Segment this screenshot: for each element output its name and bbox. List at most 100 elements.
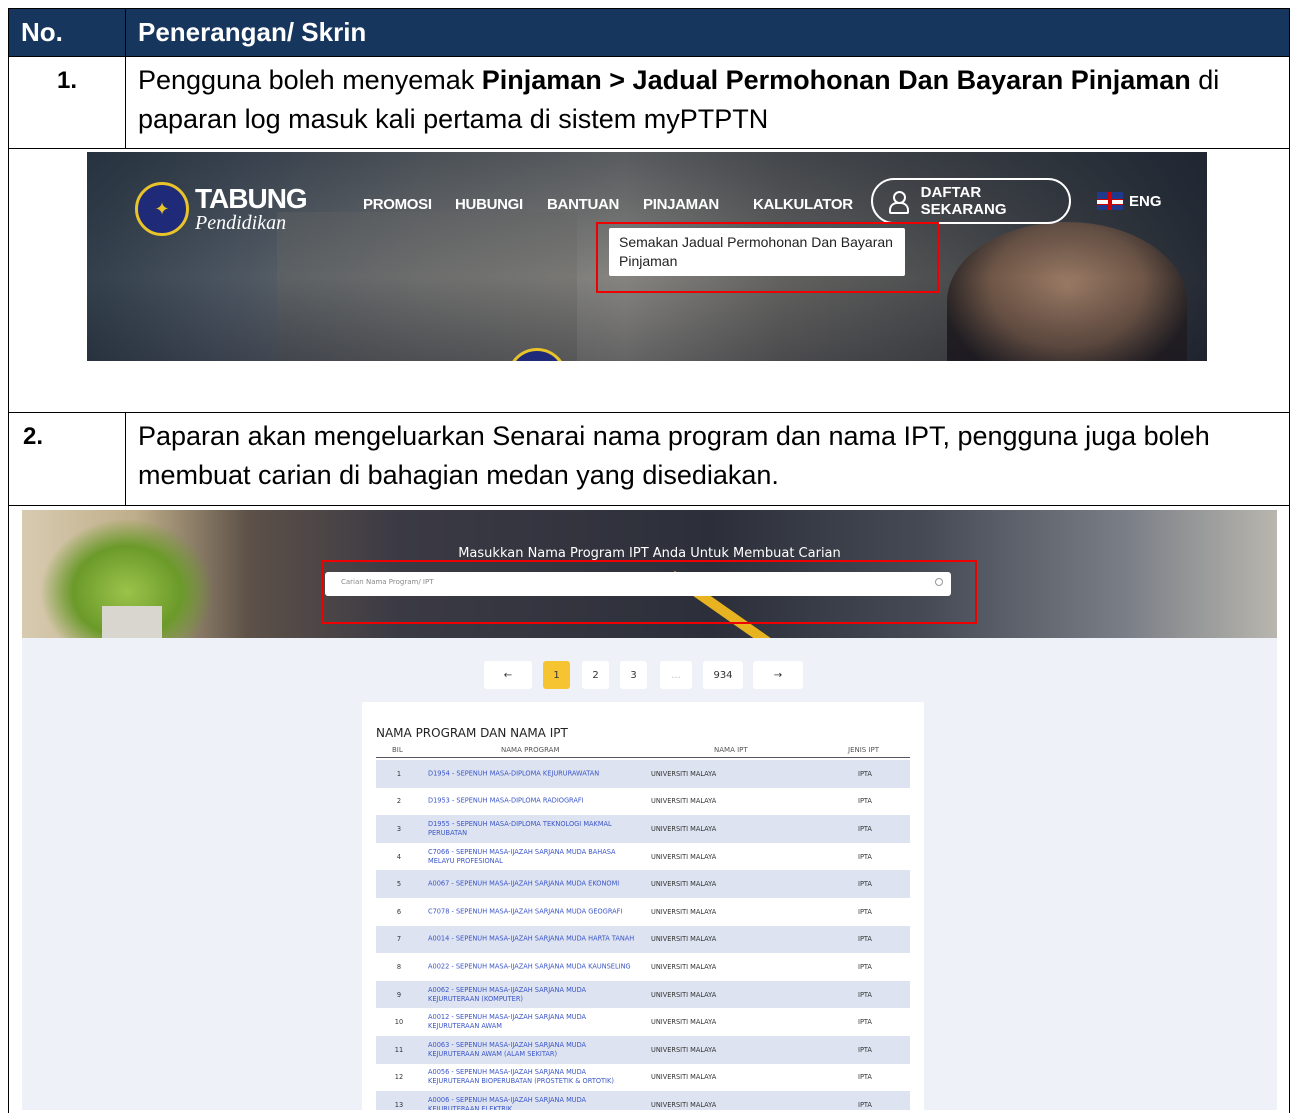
logo-text: TABUNG Pendidikan	[195, 183, 308, 234]
row-bil: 2	[396, 797, 402, 806]
step-1-number: 1.	[8, 56, 126, 149]
row-jenis: IPTA	[858, 1018, 872, 1027]
prev-page-button[interactable]: ←	[484, 661, 532, 689]
step-1-text-a: Pengguna boleh menyemak	[138, 65, 482, 95]
row-ipt: UNIVERSITI MALAYA	[651, 880, 717, 889]
program-table-card: NAMA PROGRAM DAN NAMA IPT BIL NAMA PROGR…	[362, 702, 924, 1110]
col-nama-program: NAMA PROGRAM	[501, 746, 560, 754]
row-program-link[interactable]: A0022 - SEPENUH MASA-IJAZAH SARJANA MUDA…	[428, 962, 638, 971]
row-bil: 11	[394, 1045, 404, 1054]
row-bil: 1	[396, 769, 402, 778]
row-program-link[interactable]: A0056 - SEPENUH MASA-IJAZAH SARJANA MUDA…	[428, 1068, 638, 1086]
row-program-link[interactable]: C7078 - SEPENUH MASA-IJAZAH SARJANA MUDA…	[428, 907, 638, 916]
row-bil: 10	[394, 1018, 404, 1027]
header-description: Penerangan/ Skrin	[125, 8, 1290, 57]
table-row: 11 A0063 - SEPENUH MASA-IJAZAH SARJANA MU…	[376, 1035, 910, 1064]
page-3-button[interactable]: 3	[620, 661, 647, 689]
step-1-row: 1. Pengguna boleh menyemak Pinjaman > Ja…	[8, 56, 1290, 149]
table-row: 10 A0012 - SEPENUH MASA-IJAZAH SARJANA MU…	[376, 1008, 910, 1036]
nav-pinjaman[interactable]: PINJAMAN	[643, 196, 719, 213]
row-bil: 4	[396, 852, 402, 861]
search-highlight-box	[322, 560, 977, 624]
page-1-button[interactable]: 1	[543, 661, 570, 689]
row-program-link[interactable]: A0063 - SEPENUH MASA-IJAZAH SARJANA MUDA…	[428, 1041, 638, 1059]
row-jenis: IPTA	[858, 797, 872, 806]
row-bil: 3	[396, 824, 402, 833]
ptptn-logo[interactable]: ✦ TABUNG Pendidikan	[135, 182, 308, 236]
row-ipt: UNIVERSITI MALAYA	[651, 1045, 717, 1054]
row-program-link[interactable]: A0062 - SEPENUH MASA-IJAZAH SARJANA MUDA…	[428, 986, 638, 1004]
row-jenis: IPTA	[858, 990, 872, 999]
table-row: 8 A0022 - SEPENUH MASA-IJAZAH SARJANA MUD…	[376, 953, 910, 981]
row-program-link[interactable]: A0014 - SEPENUH MASA-IJAZAH SARJANA MUDA…	[428, 935, 638, 944]
table-header-row: No. Penerangan/ Skrin	[8, 8, 1290, 57]
row-ipt: UNIVERSITI MALAYA	[651, 990, 717, 999]
table-row: 3 D1955 - SEPENUH MASA-DIPLOMA TEKNOLOGI …	[376, 815, 910, 843]
language-label: ENG	[1129, 192, 1162, 210]
row-program-link[interactable]: D1953 - SEPENUH MASA-DIPLOMA RADIOGRAFI	[428, 797, 638, 806]
highlight-box	[596, 222, 939, 293]
row-jenis: IPTA	[858, 935, 872, 944]
uk-flag-icon	[1097, 192, 1123, 210]
row-ipt: UNIVERSITI MALAYA	[651, 1100, 717, 1109]
table-title: NAMA PROGRAM DAN NAMA IPT	[376, 726, 568, 740]
banner-title: Masukkan Nama Program IPT Anda Untuk Mem…	[458, 546, 841, 561]
table-row: 12 A0056 - SEPENUH MASA-IJAZAH SARJANA MU…	[376, 1064, 910, 1092]
logo-line-1: TABUNG	[195, 183, 308, 214]
nav-hubungi[interactable]: HUBUNGI	[455, 196, 523, 213]
page-ellipsis: ...	[660, 661, 692, 689]
nav-kalkulator[interactable]: KALKULATOR	[753, 196, 853, 213]
row-ipt: UNIVERSITI MALAYA	[651, 852, 717, 861]
table-row: 9 A0062 - SEPENUH MASA-IJAZAH SARJANA MUD…	[376, 980, 910, 1009]
row-bil: 7	[396, 935, 402, 944]
col-nama-ipt: NAMA IPT	[714, 746, 748, 754]
register-button[interactable]: DAFTAR SEKARANG	[871, 178, 1071, 224]
row-program-link[interactable]: A0067 - SEPENUH MASA-IJAZAH SARJANA MUDA…	[428, 880, 638, 889]
row-jenis: IPTA	[858, 1045, 872, 1054]
row-program-link[interactable]: D1954 - SEPENUH MASA-DIPLOMA KEJURURAWAT…	[428, 769, 638, 778]
row-jenis: IPTA	[858, 824, 872, 833]
seal-icon: ✦	[135, 182, 189, 236]
row-ipt: UNIVERSITI MALAYA	[651, 907, 717, 916]
nav-bantuan[interactable]: BANTUAN	[547, 196, 619, 213]
col-jenis-ipt: JENIS IPT	[848, 746, 880, 754]
row-bil: 13	[394, 1100, 404, 1109]
table-row: 2 D1953 - SEPENUH MASA-DIPLOMA RADIOGRAFI…	[376, 788, 910, 816]
step-2-number: 2.	[8, 412, 126, 506]
logo-line-2: Pendidikan	[195, 212, 287, 234]
row-program-link[interactable]: A0006 - SEPENUH MASA-IJAZAH SARJANA MUDA…	[428, 1096, 638, 1110]
row-bil: 6	[396, 907, 402, 916]
table-row: 5 A0067 - SEPENUH MASA-IJAZAH SARJANA MUD…	[376, 870, 910, 898]
row-jenis: IPTA	[858, 962, 872, 971]
header-no: No.	[8, 8, 126, 57]
page-934-button[interactable]: 934	[703, 661, 743, 689]
nav-promosi[interactable]: PROMOSI	[363, 196, 432, 213]
document-page: No. Penerangan/ Skrin 1. Pengguna boleh …	[0, 0, 1291, 1113]
pagination: ← 1 2 3 ... 934 →	[22, 661, 1277, 689]
row-program-link[interactable]: A0012 - SEPENUH MASA-IJAZAH SARJANA MUDA…	[428, 1013, 638, 1031]
language-switch[interactable]: ENG	[1097, 192, 1162, 210]
row-ipt: UNIVERSITI MALAYA	[651, 1018, 717, 1027]
table-row: 6 C7078 - SEPENUH MASA-IJAZAH SARJANA MUD…	[376, 898, 910, 926]
row-program-link[interactable]: C7066 - SEPENUH MASA-IJAZAH SARJANA MUDA…	[428, 848, 638, 866]
next-page-button[interactable]: →	[753, 661, 803, 689]
row-program-link[interactable]: D1955 - SEPENUH MASA-DIPLOMA TEKNOLOGI M…	[428, 820, 638, 838]
table-row: 1 D1954 - SEPENUH MASA-DIPLOMA KEJURURAWA…	[376, 760, 910, 788]
table-row: 4 C7066 - SEPENUH MASA-IJAZAH SARJANA MUD…	[376, 843, 910, 871]
row-bil: 12	[394, 1073, 404, 1082]
row-jenis: IPTA	[858, 769, 872, 778]
row-ipt: UNIVERSITI MALAYA	[651, 935, 717, 944]
row-ipt: UNIVERSITI MALAYA	[651, 769, 717, 778]
row-bil: 5	[396, 880, 402, 889]
row-ipt: UNIVERSITI MALAYA	[651, 824, 717, 833]
pot-image	[102, 606, 162, 638]
row-ipt: UNIVERSITI MALAYA	[651, 797, 717, 806]
row-jenis: IPTA	[858, 1073, 872, 1082]
row-jenis: IPTA	[858, 852, 872, 861]
user-icon	[887, 190, 909, 214]
step-2-row: 2. Paparan akan mengeluarkan Senarai nam…	[8, 412, 1290, 506]
row-jenis: IPTA	[858, 907, 872, 916]
page-2-button[interactable]: 2	[582, 661, 609, 689]
row-ipt: UNIVERSITI MALAYA	[651, 1073, 717, 1082]
col-bil: BIL	[392, 746, 403, 754]
